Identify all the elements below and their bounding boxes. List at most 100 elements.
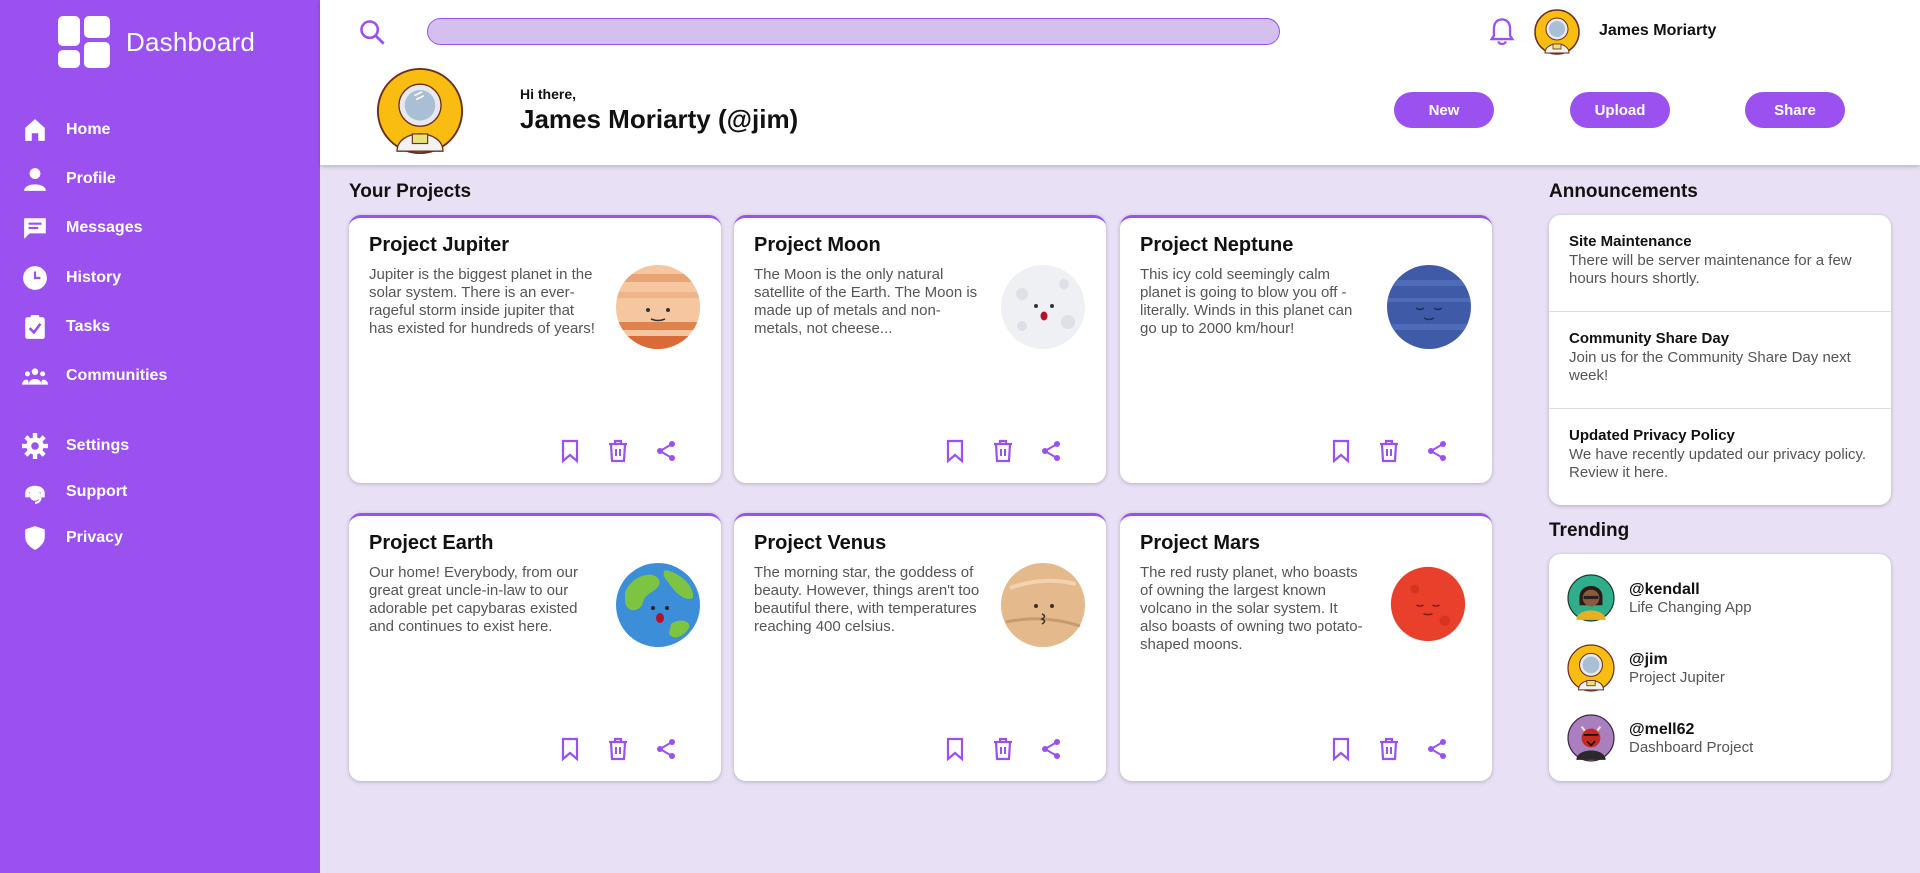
gear-icon (22, 433, 48, 459)
greeting-label: Hi there, (520, 86, 577, 102)
project-card[interactable]: Project Neptune This icy cold seemingly … (1120, 215, 1492, 483)
sidebar-item-label: Support (66, 483, 128, 500)
brand[interactable]: Dashboard (58, 16, 255, 68)
trending-item[interactable]: @mell62 Dashboard Project (1567, 714, 1753, 762)
messages-icon (22, 215, 48, 241)
share-icon[interactable] (653, 438, 679, 464)
sidebar-item-tasks[interactable]: Tasks (22, 311, 110, 343)
bookmark-icon[interactable] (557, 438, 583, 464)
profile-icon (22, 166, 48, 192)
history-icon (22, 265, 48, 291)
sidebar-item-label: Tasks (66, 318, 111, 335)
sidebar-item-label: Messages (66, 219, 143, 236)
project-title: Project Jupiter (369, 234, 510, 256)
share-icon[interactable] (1038, 736, 1064, 762)
bookmark-icon[interactable] (942, 438, 968, 464)
project-card[interactable]: Project Earth Our home! Everybody, from … (349, 513, 721, 781)
mars-illustration (1390, 566, 1466, 642)
shield-icon (22, 525, 48, 551)
dashboard-logo-icon (58, 16, 110, 68)
announcement-item[interactable]: Site Maintenance There will be server ma… (1549, 215, 1891, 312)
trending-project: Dashboard Project (1629, 738, 1754, 756)
trending-project: Project Jupiter (1629, 668, 1725, 686)
trash-icon[interactable] (990, 736, 1016, 762)
avatar (1567, 644, 1615, 692)
sidebar-item-label: Settings (66, 437, 130, 454)
project-card[interactable]: Project Venus The morning star, the godd… (734, 513, 1106, 781)
trending-title: Trending (1549, 520, 1630, 541)
announcements-panel: Site Maintenance There will be server ma… (1549, 215, 1891, 505)
project-description: This icy cold seemingly calm planet is g… (1140, 266, 1353, 337)
venus-illustration (1000, 562, 1086, 648)
search-input[interactable] (427, 18, 1280, 45)
project-card[interactable]: Project Mars The red rusty planet, who b… (1120, 513, 1492, 781)
trending-item[interactable]: @kendall Life Changing App (1567, 574, 1752, 622)
upload-button[interactable]: Upload (1570, 92, 1670, 128)
trending-item[interactable]: @jim Project Jupiter (1567, 644, 1725, 692)
sidebar: Dashboard Home Profile Messages History … (0, 0, 320, 873)
bookmark-icon[interactable] (1328, 736, 1354, 762)
announcement-item[interactable]: Updated Privacy Policy We have recently … (1549, 409, 1891, 506)
projects-title: Your Projects (349, 181, 472, 202)
share-icon[interactable] (1424, 438, 1450, 464)
share-icon[interactable] (1424, 736, 1450, 762)
sidebar-item-home[interactable]: Home (22, 114, 110, 146)
announcement-body: Join us for the Community Share Day next… (1569, 349, 1851, 384)
project-description: The Moon is the only natural satellite o… (754, 266, 978, 337)
trending-handle: @kendall (1629, 580, 1700, 598)
sidebar-item-support[interactable]: Support (22, 476, 127, 508)
avatar (1567, 714, 1615, 762)
sidebar-item-communities[interactable]: Communities (22, 360, 167, 392)
project-description: The morning star, the goddess of beauty.… (754, 564, 980, 635)
communities-icon (22, 363, 48, 389)
announcement-title: Community Share Day (1569, 330, 1730, 347)
sidebar-item-profile[interactable]: Profile (22, 163, 116, 195)
project-title: Project Mars (1140, 532, 1261, 554)
project-card[interactable]: Project Jupiter Jupiter is the biggest p… (349, 215, 721, 483)
share-icon[interactable] (653, 736, 679, 762)
project-title: Project Venus (754, 532, 887, 554)
bookmark-icon[interactable] (1328, 438, 1354, 464)
card-actions (1328, 736, 1450, 762)
home-icon (22, 117, 48, 143)
new-button[interactable]: New (1394, 92, 1494, 128)
project-title: Project Neptune (1140, 234, 1294, 256)
trash-icon[interactable] (1376, 438, 1402, 464)
brand-title: Dashboard (126, 26, 255, 57)
trending-panel: @kendall Life Changing App @jim Project … (1549, 554, 1891, 781)
trash-icon[interactable] (605, 438, 631, 464)
sidebar-item-history[interactable]: History (22, 262, 121, 294)
project-description: Our home! Everybody, from our great grea… (369, 564, 578, 635)
announcement-item[interactable]: Community Share Day Join us for the Comm… (1549, 312, 1891, 409)
share-icon[interactable] (1038, 438, 1064, 464)
announcement-body: We have recently updated our privacy pol… (1569, 446, 1867, 481)
trash-icon[interactable] (605, 736, 631, 762)
greeting-name: James Moriarty (@jim) (520, 104, 799, 134)
user-name[interactable]: James Moriarty (1599, 22, 1716, 40)
avatar[interactable] (1534, 9, 1580, 55)
sidebar-item-label: Communities (66, 367, 168, 384)
project-title: Project Earth (369, 532, 494, 554)
sidebar-item-privacy[interactable]: Privacy (22, 522, 123, 554)
project-card[interactable]: Project Moon The Moon is the only natura… (734, 215, 1106, 483)
announcement-title: Updated Privacy Policy (1569, 427, 1735, 444)
search-icon[interactable] (358, 18, 386, 46)
header: James Moriarty Hi there, James Moriarty … (320, 0, 1920, 165)
sidebar-item-label: Privacy (66, 529, 123, 546)
project-description: The red rusty planet, who boasts of owni… (1140, 564, 1363, 653)
bell-icon[interactable] (1488, 16, 1516, 46)
trash-icon[interactable] (1376, 736, 1402, 762)
sidebar-item-settings[interactable]: Settings (22, 430, 129, 462)
trash-icon[interactable] (990, 438, 1016, 464)
sidebar-item-label: Profile (66, 170, 116, 187)
moon-illustration (1000, 264, 1086, 350)
bookmark-icon[interactable] (557, 736, 583, 762)
share-button[interactable]: Share (1745, 92, 1845, 128)
bookmark-icon[interactable] (942, 736, 968, 762)
avatar (376, 67, 464, 155)
earth-illustration (615, 562, 701, 648)
card-actions (557, 736, 679, 762)
sidebar-item-messages[interactable]: Messages (22, 212, 143, 244)
avatar (1567, 574, 1615, 622)
neptune-illustration (1386, 264, 1472, 350)
